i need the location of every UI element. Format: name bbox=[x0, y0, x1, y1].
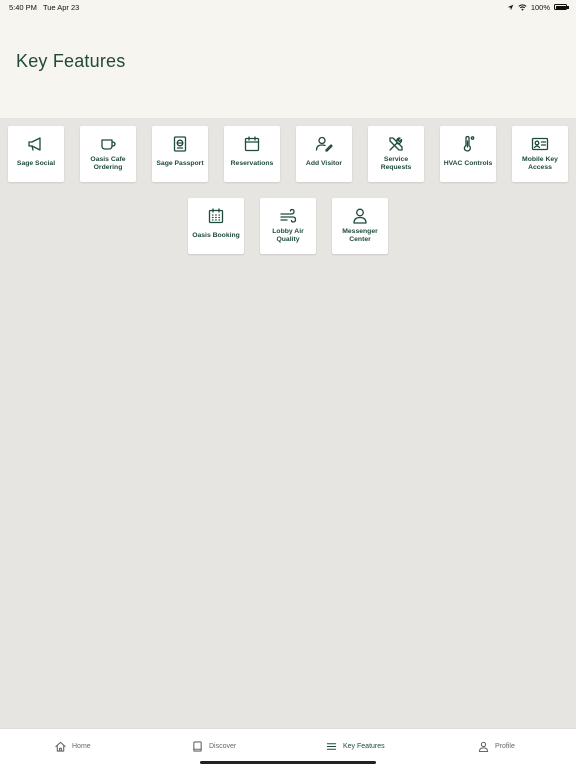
tile-messenger-center[interactable]: Messenger Center bbox=[332, 198, 388, 254]
wifi-icon bbox=[518, 3, 527, 10]
tile-oasis-cafe-ordering[interactable]: Oasis Cafe Ordering bbox=[80, 126, 136, 182]
tile-label: Sage Passport bbox=[156, 159, 204, 167]
features-row-1: Sage Social Oasis Cafe Ordering Sage Pas… bbox=[0, 126, 576, 182]
menu-icon bbox=[326, 743, 337, 750]
tile-label: HVAC Controls bbox=[443, 159, 493, 167]
user-edit-icon bbox=[315, 135, 333, 153]
tab-bar: Home Discover Key Features Profile bbox=[0, 728, 576, 768]
tab-discover[interactable]: Discover bbox=[192, 741, 236, 752]
tile-label: Mobile Key Access bbox=[522, 156, 558, 171]
tab-label: Discover bbox=[209, 743, 237, 750]
coffee-cup-icon bbox=[99, 135, 117, 153]
tile-oasis-booking[interactable]: Oasis Booking bbox=[188, 198, 244, 254]
tile-reservations[interactable]: Reservations bbox=[224, 126, 280, 182]
tile-lobby-air-quality[interactable]: Lobby Air Quality bbox=[260, 198, 316, 254]
tile-hvac-controls[interactable]: HVAC Controls bbox=[440, 126, 496, 182]
thermometer-icon bbox=[459, 135, 477, 153]
battery-icon bbox=[554, 4, 569, 10]
calendar-grid-icon bbox=[207, 207, 225, 225]
header: Key Features bbox=[0, 0, 576, 118]
tile-add-visitor[interactable]: Add Visitor bbox=[296, 126, 352, 182]
tab-label: Home bbox=[72, 743, 91, 750]
page-title: Key Features bbox=[16, 51, 126, 71]
home-icon bbox=[55, 741, 66, 752]
person-icon bbox=[351, 207, 369, 225]
passport-icon bbox=[171, 135, 189, 153]
tab-label: Key Features bbox=[343, 743, 385, 750]
tile-label: Messenger Center bbox=[342, 228, 378, 243]
status-time: 5:40 PM bbox=[9, 2, 37, 12]
tile-mobile-key-access[interactable]: Mobile Key Access bbox=[512, 126, 568, 182]
tile-sage-social[interactable]: Sage Social bbox=[8, 126, 64, 182]
tile-label: Oasis Booking bbox=[192, 231, 240, 239]
tile-label: Sage Social bbox=[16, 159, 56, 167]
tile-label: Service Requests bbox=[380, 156, 412, 171]
tile-label: Reservations bbox=[230, 159, 274, 167]
tile-label: Add Visitor bbox=[305, 159, 343, 167]
profile-icon bbox=[478, 741, 489, 752]
location-arrow-icon bbox=[507, 4, 514, 10]
megaphone-icon bbox=[27, 135, 45, 153]
features-row-2: Oasis Booking Lobby Air Quality Messenge… bbox=[0, 198, 576, 254]
tile-label: Lobby Air Quality bbox=[272, 228, 304, 243]
id-card-icon bbox=[531, 135, 549, 153]
book-icon bbox=[193, 741, 202, 752]
tab-key-features[interactable]: Key Features bbox=[326, 741, 385, 752]
tools-icon bbox=[387, 135, 405, 153]
home-indicator[interactable] bbox=[200, 761, 376, 764]
tab-home[interactable]: Home bbox=[55, 741, 91, 752]
tab-label: Profile bbox=[495, 743, 515, 750]
tab-profile[interactable]: Profile bbox=[478, 741, 515, 752]
wind-icon bbox=[279, 207, 297, 225]
tile-sage-passport[interactable]: Sage Passport bbox=[152, 126, 208, 182]
battery-percent: 100% bbox=[530, 2, 550, 12]
tile-label: Oasis Cafe Ordering bbox=[90, 156, 126, 171]
features-grid: Sage Social Oasis Cafe Ordering Sage Pas… bbox=[0, 126, 576, 270]
tile-service-requests[interactable]: Service Requests bbox=[368, 126, 424, 182]
status-date: Tue Apr 23 bbox=[42, 2, 80, 12]
status-bar: 5:40 PM Tue Apr 23 100% bbox=[0, 0, 576, 14]
calendar-icon bbox=[243, 135, 261, 153]
